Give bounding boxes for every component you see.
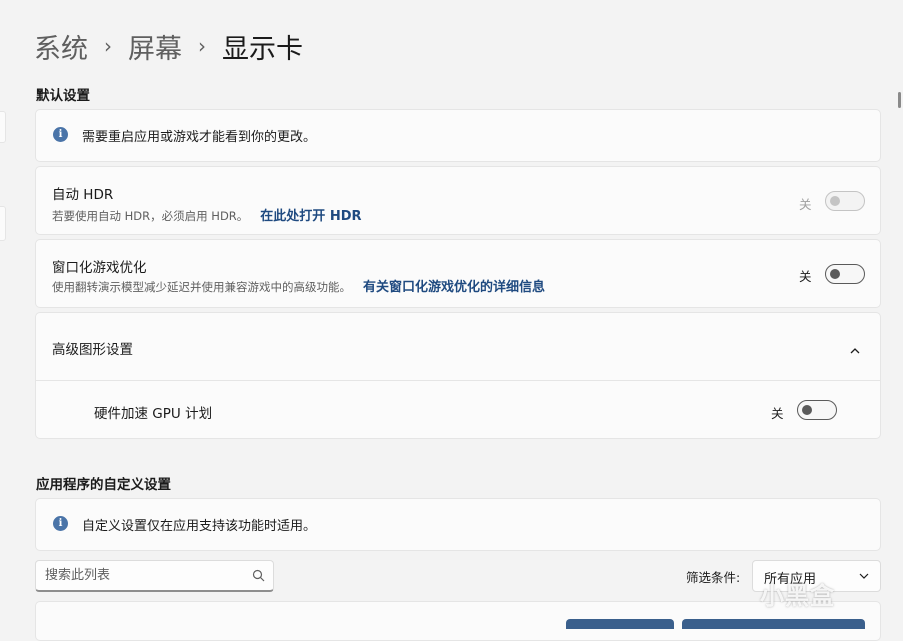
setting-card-windowed-game-optimization: 窗口化游戏优化 使用翻转演示模型减少延迟并使用兼容游戏中的高级功能。 有关窗口化… <box>35 239 881 308</box>
divider <box>36 380 880 381</box>
breadcrumb-separator: › <box>104 34 112 58</box>
expander-title[interactable]: 高级图形设置 <box>52 338 133 358</box>
auto-hdr-toggle <box>825 191 865 211</box>
breadcrumb-separator: › <box>198 34 206 58</box>
toggle-knob <box>830 269 840 279</box>
setting-description: 若要使用自动 HDR，必须启用 HDR。 在此处打开 HDR <box>52 205 362 224</box>
filter-label: 筛选条件: <box>686 570 741 585</box>
info-banner-restart: i 需要重启应用或游戏才能看到你的更改。 <box>35 109 881 162</box>
setting-description: 使用翻转演示模型减少延迟并使用兼容游戏中的高级功能。 有关窗口化游戏优化的详细信… <box>52 276 545 295</box>
nav-pane-edge <box>0 111 6 143</box>
breadcrumb-item-display[interactable]: 屏幕 <box>128 27 182 66</box>
toggle-state-label: 关 <box>799 269 812 284</box>
section-title-default-settings: 默认设置 <box>36 88 90 104</box>
scrollbar-thumb[interactable] <box>898 92 901 108</box>
watermark-logo: 小黑盒 <box>760 582 835 610</box>
section-title-custom-settings: 应用程序的自定义设置 <box>36 477 171 493</box>
search-icon[interactable] <box>252 569 265 582</box>
info-banner-custom: i 自定义设置仅在应用支持该功能时适用。 <box>35 498 881 551</box>
hw-gpu-scheduling-toggle[interactable] <box>797 400 837 420</box>
windowed-game-optimization-toggle[interactable] <box>825 264 865 284</box>
info-icon: i <box>53 127 68 142</box>
add-app-button[interactable] <box>682 619 865 629</box>
setting-title: 自动 HDR <box>52 187 114 203</box>
breadcrumb: 系统 › 屏幕 › 显示卡 <box>34 26 303 66</box>
setting-card-auto-hdr: 自动 HDR 若要使用自动 HDR，必须启用 HDR。 在此处打开 HDR 关 <box>35 166 881 235</box>
page-title: 显示卡 <box>222 33 303 65</box>
setting-description-text: 使用翻转演示模型减少延迟并使用兼容游戏中的高级功能。 <box>52 280 351 294</box>
browse-button[interactable] <box>566 619 674 629</box>
info-banner-text: 自定义设置仅在应用支持该功能时适用。 <box>82 519 317 534</box>
link-turn-on-hdr[interactable]: 在此处打开 HDR <box>260 205 361 224</box>
search-input[interactable] <box>45 561 245 589</box>
setting-title-hw-gpu-scheduling: 硬件加速 GPU 计划 <box>94 406 213 422</box>
nav-pane-edge-selected <box>0 206 6 241</box>
link-windowed-game-optimization-info[interactable]: 有关窗口化游戏优化的详细信息 <box>363 276 545 295</box>
toggle-knob <box>830 196 840 206</box>
app-list-card <box>35 601 881 641</box>
breadcrumb-item-system[interactable]: 系统 <box>34 27 88 66</box>
setting-description-text: 若要使用自动 HDR，必须启用 HDR。 <box>52 209 249 223</box>
search-box[interactable] <box>35 560 274 592</box>
toggle-state-label: 关 <box>771 406 784 421</box>
toggle-state-label: 关 <box>799 197 812 212</box>
info-banner-text: 需要重启应用或游戏才能看到你的更改。 <box>82 130 317 145</box>
setting-title: 窗口化游戏优化 <box>52 260 147 276</box>
chevron-down-icon <box>859 573 869 579</box>
chevron-up-icon[interactable] <box>848 344 862 358</box>
info-icon: i <box>53 516 68 531</box>
toggle-knob <box>802 405 812 415</box>
expander-advanced-graphics: 高级图形设置 硬件加速 GPU 计划 关 <box>35 312 881 439</box>
